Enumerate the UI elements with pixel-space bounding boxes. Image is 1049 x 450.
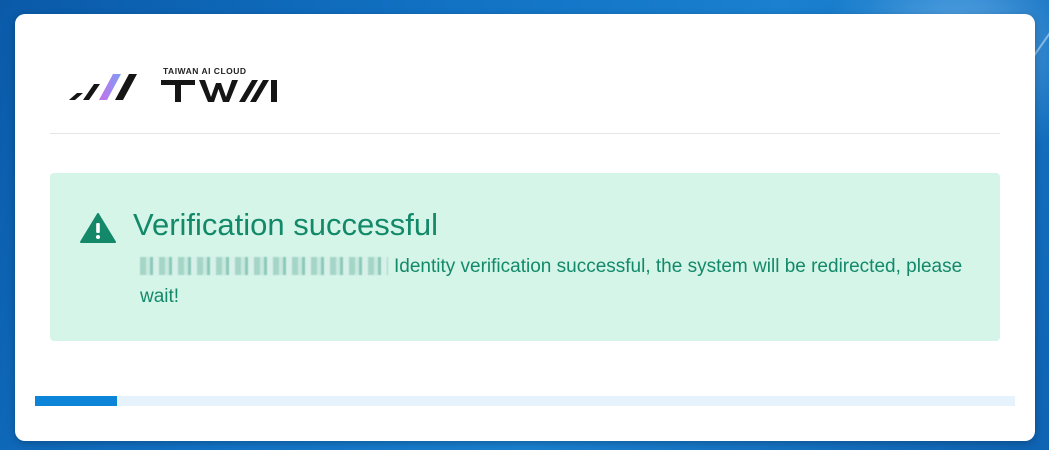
success-alert: Verification successful Identity verific… bbox=[50, 173, 1000, 341]
alert-message: Identity verification successful, the sy… bbox=[140, 252, 980, 312]
progress-fill bbox=[35, 396, 118, 406]
warning-triangle-icon bbox=[80, 213, 116, 243]
brand-tagline: TAIWAN AI CLOUD bbox=[163, 66, 247, 76]
alert-title: Verification successful bbox=[133, 207, 438, 242]
redirect-progress-bar bbox=[35, 396, 1015, 406]
verification-card: TAIWAN AI CLOUD Verification successful … bbox=[15, 14, 1035, 441]
header-divider bbox=[50, 133, 1000, 134]
redacted-identity bbox=[140, 257, 388, 275]
twai-logo: TAIWAN AI CLOUD bbox=[69, 66, 309, 116]
twai-logo-graphic: TAIWAN AI CLOUD bbox=[69, 66, 277, 102]
